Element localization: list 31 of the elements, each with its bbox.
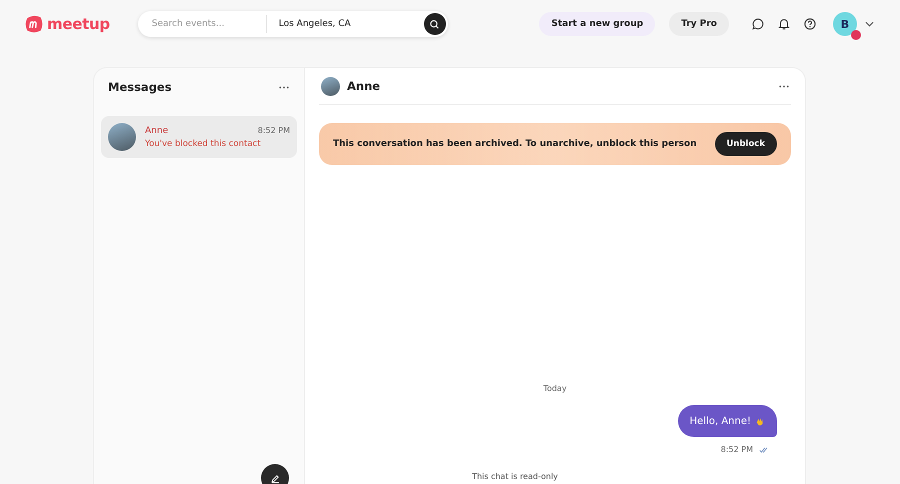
avatar-photo-placeholder [321,76,340,96]
search-field[interactable]: Search events... [150,18,266,30]
try-pro-button[interactable]: Try Pro [669,12,729,36]
unblock-button[interactable]: Unblock [714,132,777,156]
chat-contact-name: Anne [347,79,380,93]
compose-button[interactable] [261,464,289,484]
logo-icon[interactable] [24,14,44,34]
help-icon[interactable] [803,17,817,31]
message-preview: You've blocked this contact [145,138,262,148]
chat-icon[interactable] [751,17,765,31]
message-time: 8:52 PM [258,126,290,136]
message-bubble: Hello, Anne! [678,405,777,437]
location-field[interactable]: Los Angeles, CA [276,18,405,30]
user-avatar[interactable]: B [833,12,857,36]
message-time: 8:52 PM [720,445,753,454]
pencil-icon [270,472,280,484]
more-icon[interactable] [279,86,289,88]
search-button[interactable] [424,13,446,35]
search-icon [429,18,440,30]
banner-text: This conversation has been archived. To unarchive, unblock this person [333,139,697,149]
start-group-button[interactable]: Start a new group [539,12,656,36]
contact-name: Anne [145,126,168,136]
conversation-item[interactable]: Anne 8:52 PM You've blocked this contact [101,116,297,158]
chevron-down-icon[interactable] [865,21,874,27]
bell-icon[interactable] [777,17,791,31]
more-icon[interactable] [779,84,789,88]
pro-badge-icon [851,30,861,40]
read-only-notice: This chat is read-only [472,472,558,481]
messages-title: Messages [108,80,172,94]
day-separator: Today [543,384,567,393]
avatar-photo-placeholder [108,123,136,151]
